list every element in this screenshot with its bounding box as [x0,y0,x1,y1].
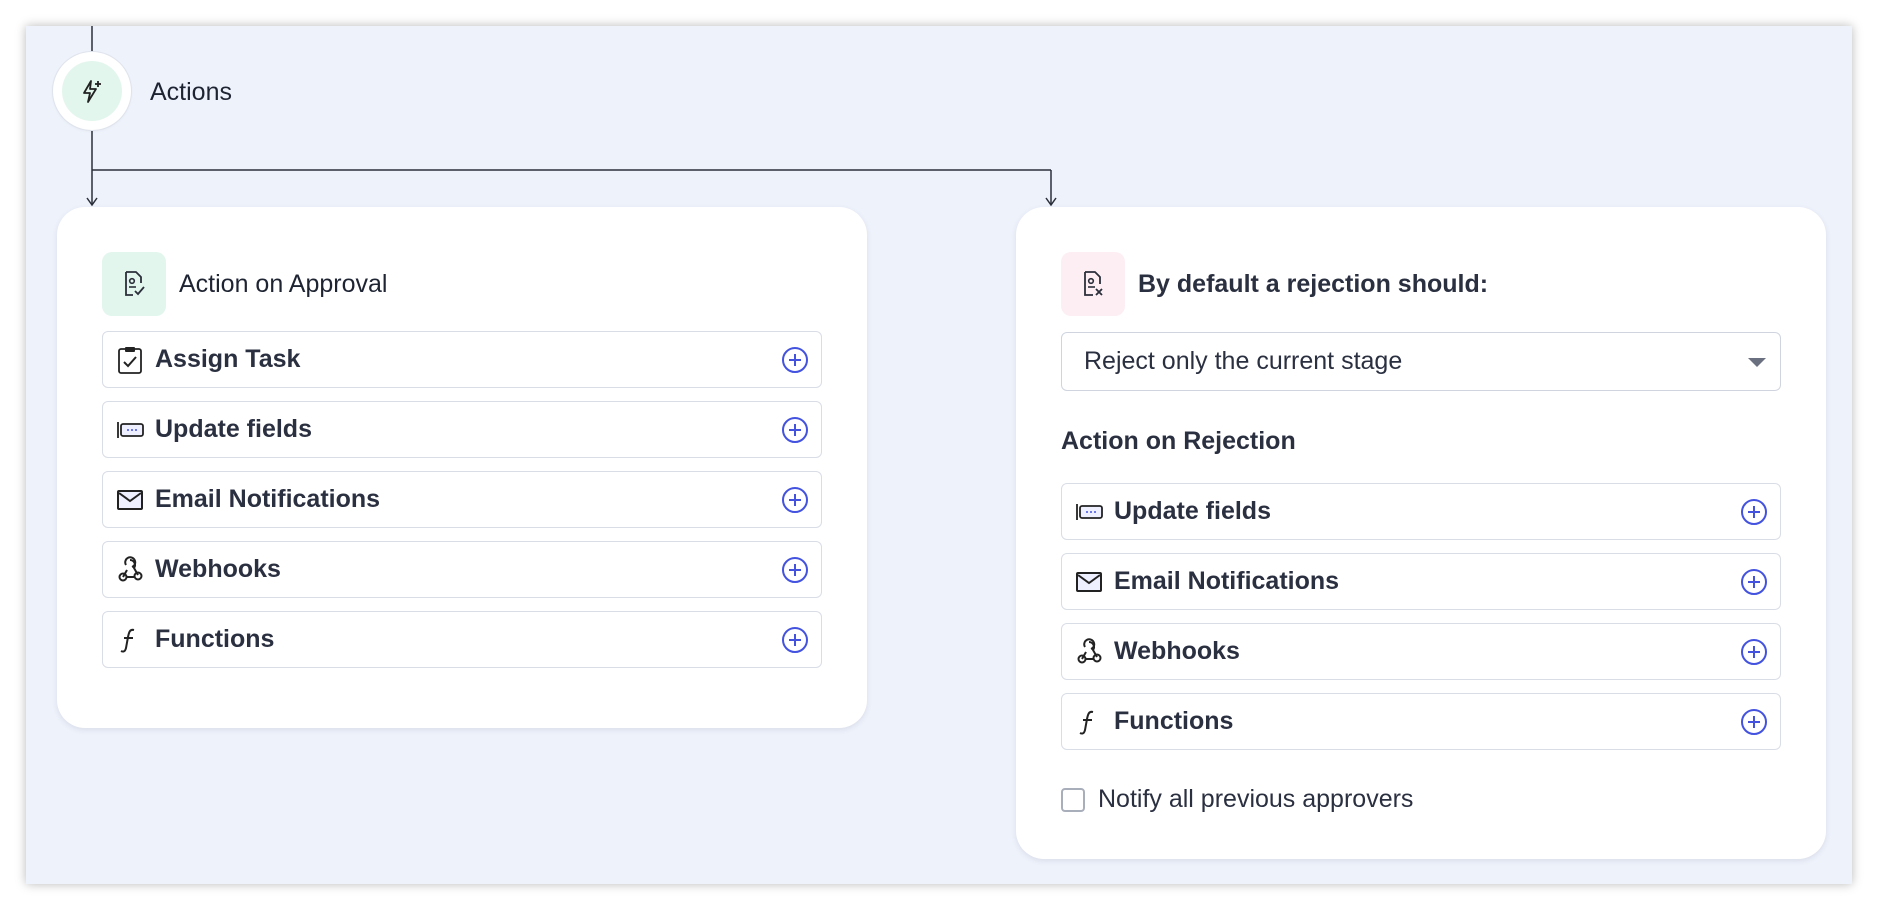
approval-card-header: Action on Approval [102,252,387,316]
approval-action-functions[interactable]: Functions [102,611,822,668]
notify-approvers-option[interactable]: Notify all previous approvers [1061,785,1413,814]
webhook-icon [1077,637,1102,663]
field-update-icon [117,421,144,438]
webhook-icon [118,555,143,581]
rejection-action-functions[interactable]: Functions [1061,693,1781,750]
rejection-card-title: By default a rejection should: [1138,269,1489,298]
add-circle-icon[interactable] [781,346,809,374]
notify-approvers-checkbox[interactable] [1061,787,1085,812]
rejection-action-email-notifications[interactable]: Email Notifications [1061,553,1781,610]
lightning-plus-icon [83,80,101,103]
rejection-card: By default a rejection should: Reject on… [1016,207,1826,859]
function-icon [1079,710,1094,735]
document-check-icon [125,271,145,296]
add-circle-icon[interactable] [781,556,809,584]
envelope-icon [117,489,143,510]
approval-action-email-notifications[interactable]: Email Notifications [102,471,822,528]
approval-icon-badge [102,252,166,316]
action-label: Email Notifications [1114,567,1340,595]
approval-action-list: Assign Task Update fields Email Notifica… [102,331,822,681]
function-icon [120,628,135,653]
action-label: Webhooks [1114,637,1240,665]
rejection-action-webhooks[interactable]: Webhooks [1061,623,1781,680]
document-x-icon [1084,271,1103,296]
approval-action-webhooks[interactable]: Webhooks [102,541,822,598]
add-circle-icon[interactable] [1740,638,1768,666]
approval-card-title: Action on Approval [179,269,388,298]
add-circle-icon[interactable] [781,626,809,654]
add-circle-icon[interactable] [781,416,809,444]
rejection-section-label: Action on Rejection [1061,427,1296,455]
rejection-action-list: Update fields Email Notifications Webhoo… [1061,483,1781,763]
field-update-icon [1076,503,1103,520]
action-label: Functions [155,625,275,653]
rejection-card-header: By default a rejection should: [1061,252,1488,316]
workflow-canvas: Actions Action on Approval Assign Task U… [26,26,1852,884]
rejection-icon-badge [1061,252,1125,316]
clipboard-check-icon [118,346,142,374]
action-label: Assign Task [155,345,301,373]
rejection-action-update-fields[interactable]: Update fields [1061,483,1781,540]
select-value: Reject only the current stage [1084,347,1403,375]
actions-node-badge [62,61,122,121]
approval-action-assign-task[interactable]: Assign Task [102,331,822,388]
add-circle-icon[interactable] [1740,708,1768,736]
add-circle-icon[interactable] [1740,498,1768,526]
add-circle-icon[interactable] [1740,568,1768,596]
action-label: Email Notifications [155,485,381,513]
action-label: Functions [1114,707,1234,735]
action-label: Update fields [1114,497,1271,525]
notify-approvers-label: Notify all previous approvers [1098,785,1414,813]
rejection-behavior-select[interactable]: Reject only the current stage [1061,332,1781,391]
caret-down-icon [1748,358,1766,367]
action-label: Update fields [155,415,312,443]
envelope-icon [1076,571,1102,592]
actions-node-label: Actions [150,78,232,106]
action-label: Webhooks [155,555,281,583]
add-circle-icon[interactable] [781,486,809,514]
approval-card: Action on Approval Assign Task Update fi… [57,207,867,728]
approval-action-update-fields[interactable]: Update fields [102,401,822,458]
actions-node[interactable] [53,52,131,130]
